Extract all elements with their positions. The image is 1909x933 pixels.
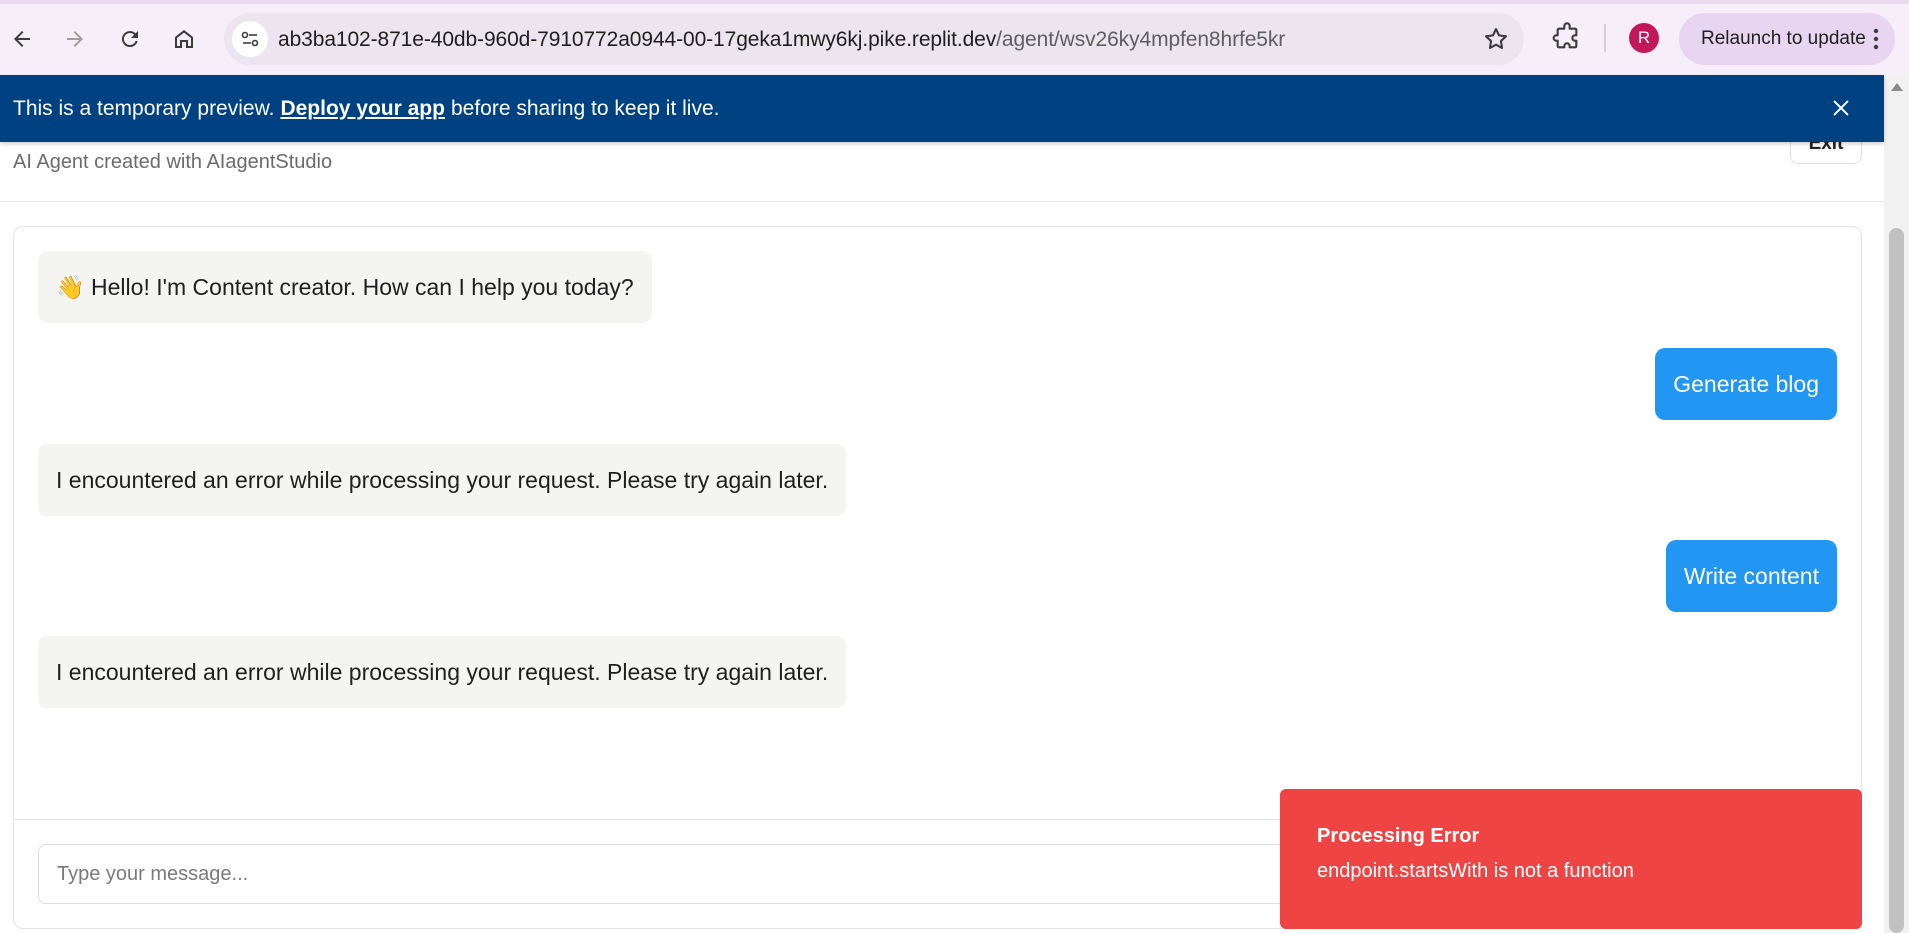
app-header: AI Agent created with AIagentStudio Exit [0,122,1884,202]
url-host: ab3ba102-871e-40db-960d-7910772a0944-00-… [278,28,997,51]
forward-button[interactable] [55,19,95,59]
site-settings-icon [241,31,259,47]
bot-message: 👋 Hello! I'm Content creator. How can I … [38,251,652,323]
close-icon[interactable] [1830,97,1852,119]
banner-text-before: This is a temporary preview. [13,96,275,120]
page-scrollbar[interactable] [1884,75,1909,933]
home-button[interactable] [164,19,204,59]
extensions-icon[interactable] [1551,22,1583,54]
user-message: Write content [1665,540,1837,612]
bookmark-star-icon[interactable] [1482,25,1510,53]
message-text: 👋 Hello! I'm Content creator. How can I … [56,273,634,300]
toast-description: endpoint.startsWith is not a function [1317,860,1634,882]
tab-strip-edge [0,0,1909,4]
profile-avatar[interactable]: R [1629,23,1659,53]
more-menu-icon[interactable] [1873,27,1879,51]
url-path: /agent/wsv26ky4mpfen8hrfe5kr [996,28,1286,51]
reload-icon [121,31,138,48]
user-message: Generate blog [1655,348,1837,420]
message-text: Write content [1683,562,1819,589]
forward-icon [67,31,83,47]
agent-subtitle: AI Agent created with AIagentStudio [13,151,333,173]
toolbar-divider [1604,24,1606,52]
toast-title: Processing Error [1317,825,1480,847]
home-icon [175,30,193,48]
banner-text-after: before sharing to keep it live. [450,96,720,120]
relaunch-label: Relaunch to update [1701,28,1866,49]
back-button[interactable] [2,19,42,59]
site-settings-button[interactable] [232,21,268,57]
address-bar[interactable]: ab3ba102-871e-40db-960d-7910772a0944-00-… [224,13,1524,65]
back-icon [14,31,30,47]
message-text: Generate blog [1673,370,1819,397]
error-toast[interactable]: Processing Error endpoint.startsWith is … [1280,789,1862,929]
scroll-up-arrow-icon[interactable] [1891,83,1903,91]
bot-message: I encountered an error while processing … [38,444,847,516]
message-text: I encountered an error while processing … [56,658,829,685]
relaunch-to-update-button[interactable]: Relaunch to update [1679,13,1895,65]
bot-message: I encountered an error while processing … [38,636,847,708]
deploy-app-link[interactable]: Deploy your app [280,97,445,121]
url-text[interactable]: ab3ba102-871e-40db-960d-7910772a0944-00-… [278,28,1285,52]
reload-button[interactable] [110,19,150,59]
scrollbar-thumb[interactable] [1889,228,1904,933]
preview-banner: This is a temporary preview. Deploy your… [0,75,1884,142]
browser-toolbar: ab3ba102-871e-40db-960d-7910772a0944-00-… [0,0,1909,75]
message-text: I encountered an error while processing … [56,466,829,493]
